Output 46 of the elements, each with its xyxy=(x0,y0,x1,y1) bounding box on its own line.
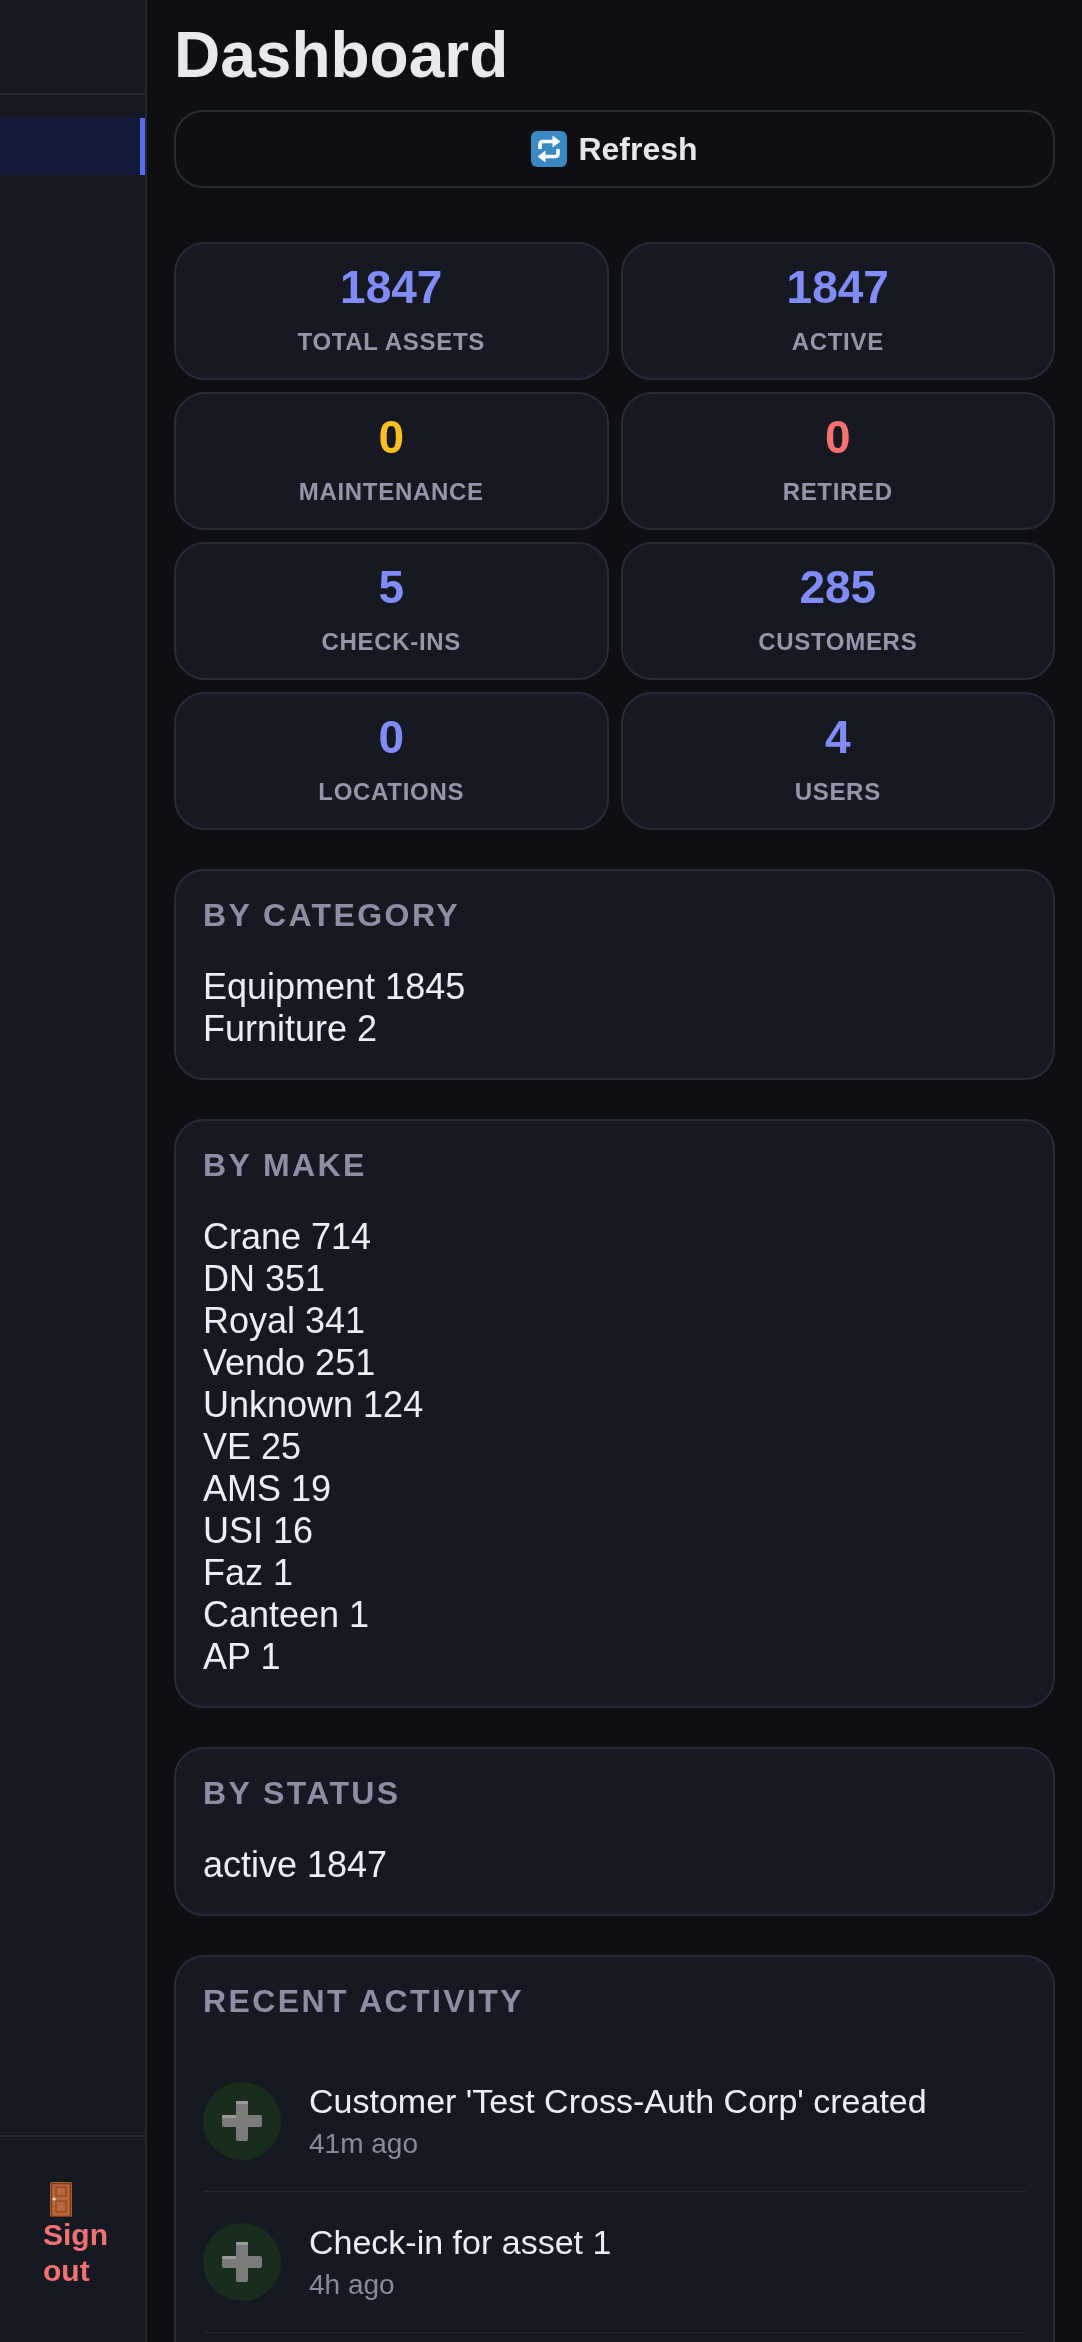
page-title: Dashboard xyxy=(174,18,509,93)
sign-out-button[interactable]: Sign out xyxy=(43,2179,108,2289)
breakdown-row-text: AP 1 xyxy=(203,1636,282,1678)
stat-label: CHECK-INS xyxy=(321,627,462,656)
breakdown-row-text: Faz 1 xyxy=(203,1552,295,1594)
stat-value: 285 xyxy=(799,560,877,615)
breakdown-row-text: USI 16 xyxy=(203,1510,315,1552)
plus-icon xyxy=(203,2223,281,2301)
stat-label: RETIRED xyxy=(782,477,893,506)
refresh-icon xyxy=(531,131,568,167)
section-heading: RECENT ACTIVITY xyxy=(203,1982,526,2021)
stat-value: 1847 xyxy=(786,260,889,315)
breakdown-row-text: Unknown 124 xyxy=(203,1384,425,1426)
activity-title: Customer 'Test Cross-Auth Corp' created xyxy=(309,2081,927,2121)
stat-label: MAINTENANCE xyxy=(298,477,484,506)
refresh-button[interactable]: Refresh xyxy=(174,110,1055,188)
activity-time: 4h ago xyxy=(309,2268,396,2302)
breakdown-row-text: Vendo 251 xyxy=(203,1342,377,1384)
activity-title: Check-in for asset 1 xyxy=(309,2222,612,2262)
stat-label: LOCATIONS xyxy=(318,777,465,806)
stat-value: 1847 xyxy=(340,260,443,315)
door-icon xyxy=(50,2182,72,2217)
breakdown-row-text: Royal 341 xyxy=(203,1300,367,1342)
activity-time: 41m ago xyxy=(309,2127,419,2161)
breakdown-row-text: Equipment 1845 xyxy=(203,966,467,1008)
stat-label: ACTIVE xyxy=(791,327,884,356)
stat-value: 4 xyxy=(824,710,851,765)
stat-value: 0 xyxy=(378,710,405,765)
stat-label: USERS xyxy=(794,777,881,806)
section-heading: BY CATEGORY xyxy=(203,896,461,935)
breakdown-row-text: active 1847 xyxy=(203,1844,389,1886)
breakdown-row-text: Furniture 2 xyxy=(203,1008,379,1050)
section-heading: BY MAKE xyxy=(203,1146,368,1185)
breakdown-row-text: Canteen 1 xyxy=(203,1594,371,1636)
breakdown-row-text: VE 25 xyxy=(203,1426,303,1468)
section-heading: BY STATUS xyxy=(203,1774,402,1813)
stat-label: CUSTOMERS xyxy=(758,627,918,656)
breakdown-row-text: Crane 714 xyxy=(203,1216,373,1258)
breakdown-row-text: DN 351 xyxy=(203,1258,327,1300)
stat-value: 0 xyxy=(824,410,851,465)
breakdown-row-text: AMS 19 xyxy=(203,1468,333,1510)
stat-value: 0 xyxy=(378,410,405,465)
plus-icon xyxy=(203,2082,281,2160)
stat-label: TOTAL ASSETS xyxy=(297,327,485,356)
stat-value: 5 xyxy=(378,560,405,615)
nav-item[interactable] xyxy=(0,118,145,175)
